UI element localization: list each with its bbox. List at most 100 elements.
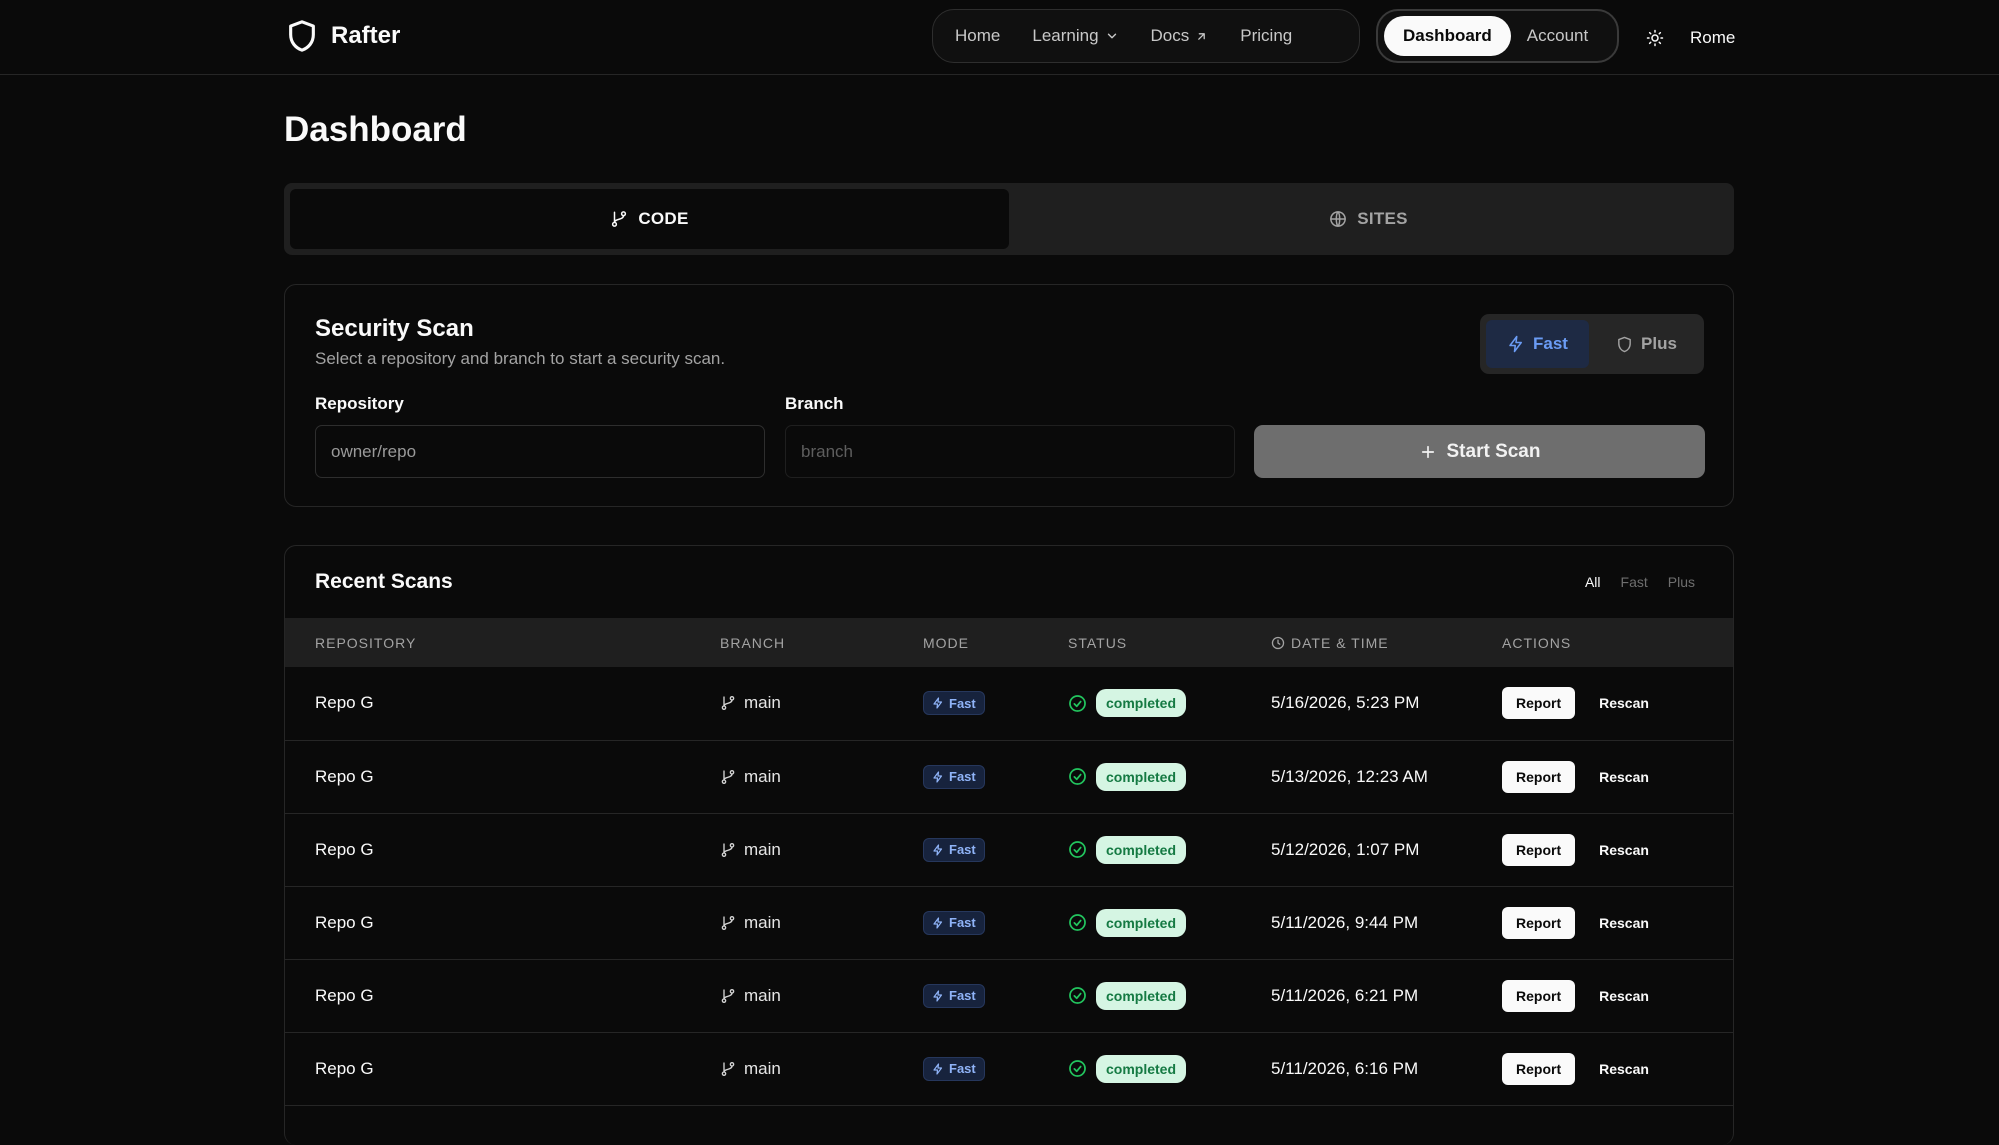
mode-label: Plus — [1641, 334, 1677, 353]
report-button[interactable]: Report — [1502, 687, 1576, 720]
table-header-row: REPOSITORY BRANCH MODE STATUS DATE & TIM… — [285, 618, 1733, 667]
mode-badge: Fast — [923, 837, 985, 862]
mode-badge: Fast — [923, 983, 985, 1008]
mode-badge-label: Fast — [949, 769, 976, 784]
tab-code[interactable]: CODE — [290, 189, 1009, 249]
report-button[interactable]: Report — [1502, 1052, 1576, 1085]
cell-mode: Fast — [923, 740, 1068, 813]
rescan-button[interactable]: Rescan — [1599, 842, 1649, 858]
cell-status: completed — [1068, 959, 1271, 1032]
rescan-button[interactable]: Rescan — [1599, 988, 1649, 1004]
shield-icon — [1616, 336, 1633, 353]
status-badge: completed — [1096, 689, 1187, 718]
nav-item-label: Dashboard — [1403, 26, 1492, 45]
report-button[interactable]: Report — [1502, 906, 1576, 939]
report-button[interactable]: Report — [1502, 979, 1576, 1012]
report-button[interactable]: Report — [1502, 833, 1576, 866]
mode-fast-button[interactable]: Fast — [1486, 320, 1589, 368]
theme-toggle-button[interactable] — [1641, 24, 1669, 52]
brand-name: Rafter — [331, 22, 401, 49]
rescan-button[interactable]: Rescan — [1599, 915, 1649, 931]
tab-sites[interactable]: SITES — [1009, 189, 1728, 249]
cell-date: 5/11/2026, 6:21 PM — [1271, 985, 1419, 1005]
filter-fast[interactable]: Fast — [1621, 574, 1648, 590]
status-badge: completed — [1096, 981, 1187, 1010]
start-scan-button[interactable]: Start Scan — [1254, 425, 1705, 478]
zap-icon — [932, 1062, 944, 1075]
cell-mode: Fast — [923, 667, 1068, 740]
repository-label: Repository — [315, 394, 404, 413]
mode-badge-label: Fast — [949, 915, 976, 930]
check-circle-icon — [1068, 840, 1087, 859]
cell-mode: Fast — [923, 959, 1068, 1032]
cell-status: completed — [1068, 813, 1271, 886]
mode-plus-button[interactable]: Plus — [1595, 320, 1698, 368]
git-branch-icon — [720, 769, 736, 785]
security-scan-card: Security Scan Select a repository and br… — [284, 284, 1734, 507]
branch-input[interactable] — [785, 425, 1235, 478]
zap-icon — [932, 916, 944, 929]
column-header-mode: MODE — [923, 634, 969, 651]
branch-name: main — [744, 766, 781, 786]
branch-name: main — [744, 985, 781, 1005]
zap-icon — [932, 697, 944, 709]
zap-icon — [932, 770, 944, 783]
check-circle-icon — [1068, 986, 1087, 1005]
cell-mode: Fast — [923, 1032, 1068, 1105]
cell-date: 5/13/2026, 12:23 AM — [1271, 766, 1428, 786]
page-title: Dashboard — [284, 110, 467, 149]
report-button[interactable]: Report — [1502, 760, 1576, 793]
nav-item-docs[interactable]: Docs — [1135, 16, 1225, 56]
filter-all[interactable]: All — [1585, 574, 1601, 590]
main-nav: Home Learning Docs Pricing — [932, 9, 1360, 63]
nav-item-home[interactable]: Home — [939, 16, 1016, 56]
card-title: Security Scan — [315, 315, 474, 342]
user-menu[interactable]: Rome — [1690, 24, 1735, 52]
repository-input[interactable] — [315, 425, 765, 478]
nav-item-label: Account — [1526, 26, 1589, 45]
nav-item-account[interactable]: Account — [1511, 16, 1604, 56]
filter-plus[interactable]: Plus — [1668, 574, 1695, 590]
cell-repository: Repo G — [315, 693, 374, 713]
zap-icon — [932, 843, 944, 856]
recent-scans-title: Recent Scans — [315, 570, 453, 593]
cell-date: 5/11/2026, 6:16 PM — [1271, 1058, 1419, 1078]
cell-date: 5/11/2026, 9:44 PM — [1271, 912, 1419, 932]
plus-icon — [1419, 443, 1437, 461]
nav-item-label: Learning — [1032, 26, 1099, 45]
card-description: Select a repository and branch to start … — [315, 349, 726, 368]
nav-item-label: Home — [955, 26, 1001, 45]
mode-badge-label: Fast — [949, 842, 976, 857]
cell-branch: main — [720, 1032, 923, 1105]
recent-scans-table: REPOSITORY BRANCH MODE STATUS DATE & TIM… — [285, 618, 1733, 1106]
mode-badge-label: Fast — [949, 1061, 976, 1076]
mode-badge: Fast — [923, 691, 985, 716]
git-branch-icon — [720, 988, 736, 1004]
recent-scans-card: Recent Scans All Fast Plus REPOSITORY BR… — [284, 545, 1734, 1145]
git-branch-icon — [720, 915, 736, 931]
git-branch-icon — [720, 842, 736, 858]
column-header-branch: BRANCH — [720, 634, 786, 651]
cell-actions: Report Rescan — [1502, 886, 1733, 959]
rescan-button[interactable]: Rescan — [1599, 769, 1649, 785]
branch-name: main — [744, 839, 781, 859]
check-circle-icon — [1068, 694, 1087, 713]
cell-status: completed — [1068, 740, 1271, 813]
cell-repository: Repo G — [315, 766, 374, 786]
nav-item-learning[interactable]: Learning — [1016, 16, 1134, 56]
rescan-button[interactable]: Rescan — [1599, 695, 1649, 711]
column-header-date: DATE & TIME — [1271, 618, 1502, 667]
cell-actions: Report Rescan — [1502, 1032, 1733, 1105]
check-circle-icon — [1068, 1059, 1087, 1078]
nav-item-pricing[interactable]: Pricing — [1224, 16, 1308, 56]
table-row: Repo G main Fast completed 5/16/2026, 5:… — [285, 667, 1733, 740]
shield-logo-icon — [285, 17, 319, 55]
column-header-actions: ACTIONS — [1502, 634, 1572, 651]
status-badge: completed — [1096, 762, 1187, 791]
nav-item-dashboard[interactable]: Dashboard — [1384, 16, 1511, 56]
check-circle-icon — [1068, 913, 1087, 932]
cell-status: completed — [1068, 667, 1271, 740]
globe-icon — [1329, 210, 1347, 228]
rescan-button[interactable]: Rescan — [1599, 1061, 1649, 1077]
brand-logo-link[interactable]: Rafter — [285, 17, 400, 55]
